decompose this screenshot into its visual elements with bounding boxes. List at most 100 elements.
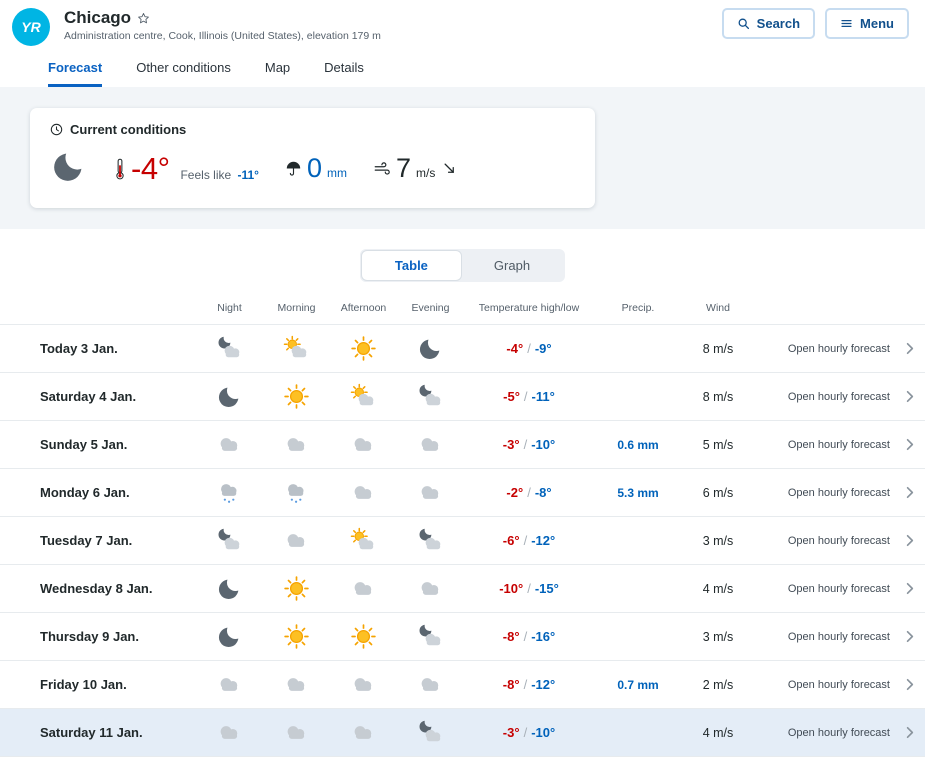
temp-separator: / (524, 533, 528, 548)
cloud-icon (216, 719, 243, 746)
open-hourly-forecast-link[interactable]: Open hourly forecast (788, 679, 890, 691)
morning-icon-cell (263, 671, 330, 698)
tab-details[interactable]: Details (324, 60, 364, 87)
partly-cloudy-night-icon (216, 527, 243, 554)
open-hourly-forecast-link[interactable]: Open hourly forecast (788, 391, 890, 403)
current-conditions-card: Current conditions -4° Feels like -11° 0… (30, 108, 595, 208)
chevron-right-icon (902, 341, 917, 356)
cloud-icon (350, 719, 377, 746)
cloud-icon (350, 575, 377, 602)
forecast-hero: Current conditions -4° Feels like -11° 0… (0, 87, 925, 229)
moon-icon (216, 383, 243, 410)
yr-logo[interactable]: YR (12, 8, 50, 46)
forecast-row[interactable]: Friday 10 Jan. -8°/-12° 0.7 mm 2 m/s Ope… (0, 660, 925, 708)
temperature-range: -6°/-12° (464, 533, 594, 548)
page-title: Chicago (64, 8, 131, 28)
column-wind: Wind (682, 302, 754, 314)
tab-forecast[interactable]: Forecast (48, 60, 102, 87)
forecast-row[interactable]: Today 3 Jan. -4°/-9° 8 m/s Open hourly f… (0, 324, 925, 372)
column-afternoon: Afternoon (330, 302, 397, 314)
tab-map[interactable]: Map (265, 60, 290, 87)
chevron-right-icon (902, 677, 917, 692)
temperature-range: -3°/-10° (464, 725, 594, 740)
current-conditions-title: Current conditions (70, 122, 186, 137)
chevron-right-icon (902, 725, 917, 740)
tab-bar: Forecast Other conditions Map Details (0, 46, 925, 87)
open-hourly-forecast-link[interactable]: Open hourly forecast (788, 631, 890, 643)
favorite-star-icon[interactable] (137, 12, 150, 25)
temp-high: -5° (503, 389, 520, 404)
thermometer-icon (114, 156, 126, 182)
temperature-range: -3°/-10° (464, 437, 594, 452)
temp-separator: / (524, 629, 528, 644)
temp-separator: / (524, 389, 528, 404)
temp-low: -9° (535, 341, 552, 356)
location-block: Chicago Administration centre, Cook, Ill… (64, 8, 381, 42)
morning-icon-cell (263, 527, 330, 554)
main-content: TableGraph Night Morning Afternoon Eveni… (0, 229, 925, 757)
temp-low: -15° (535, 581, 559, 596)
current-precipitation: 0 (307, 153, 322, 184)
open-hourly-forecast-link[interactable]: Open hourly forecast (788, 343, 890, 355)
cloud-icon (283, 527, 310, 554)
afternoon-icon-cell (330, 575, 397, 602)
view-toggle-table[interactable]: Table (362, 251, 461, 280)
column-evening: Evening (397, 302, 464, 314)
forecast-row[interactable]: Thursday 9 Jan. -8°/-16° 3 m/s Open hour… (0, 612, 925, 660)
temp-low: -16° (531, 629, 555, 644)
night-icon-cell (196, 671, 263, 698)
open-hourly-forecast-link[interactable]: Open hourly forecast (788, 727, 890, 739)
morning-icon-cell (263, 383, 330, 410)
cloud-icon (283, 431, 310, 458)
evening-icon-cell (397, 431, 464, 458)
forecast-row[interactable]: Saturday 11 Jan. -3°/-10° 4 m/s Open hou… (0, 708, 925, 756)
moon-icon (417, 335, 444, 362)
chevron-right-icon (902, 485, 917, 500)
cloud-icon (216, 431, 243, 458)
forecast-row[interactable]: Saturday 4 Jan. -5°/-11° 8 m/s Open hour… (0, 372, 925, 420)
night-icon-cell (196, 335, 263, 362)
forecast-row[interactable]: Wednesday 8 Jan. -10°/-15° 4 m/s Open ho… (0, 564, 925, 612)
top-actions: Search Menu (722, 8, 909, 39)
menu-button[interactable]: Menu (825, 8, 909, 39)
view-toggle-graph[interactable]: Graph (461, 251, 563, 280)
day-label: Wednesday 8 Jan. (0, 581, 196, 596)
search-button-label: Search (757, 16, 800, 31)
snow-icon (283, 479, 310, 506)
search-button[interactable]: Search (722, 8, 815, 39)
day-label: Saturday 11 Jan. (0, 725, 196, 740)
night-icon-cell (196, 623, 263, 650)
current-precipitation-group: 0 mm (285, 153, 347, 184)
temp-high: -3° (503, 437, 520, 452)
day-label: Tuesday 7 Jan. (0, 533, 196, 548)
wind-direction-arrow-icon (442, 161, 457, 176)
forecast-row[interactable]: Monday 6 Jan. -2°/-8° 5.3 mm 6 m/s Open … (0, 468, 925, 516)
open-hourly-forecast-link[interactable]: Open hourly forecast (788, 583, 890, 595)
tab-other-conditions[interactable]: Other conditions (136, 60, 231, 87)
wind-unit: m/s (416, 166, 435, 180)
afternoon-icon-cell (330, 431, 397, 458)
moon-icon (216, 623, 243, 650)
wind-value: 8 m/s (682, 342, 754, 356)
partly-cloudy-night-icon (417, 719, 444, 746)
partly-sunny-icon (350, 527, 377, 554)
evening-icon-cell (397, 575, 464, 602)
moon-icon (216, 575, 243, 602)
open-hourly-forecast-link[interactable]: Open hourly forecast (788, 439, 890, 451)
afternoon-icon-cell (330, 527, 397, 554)
column-night: Night (196, 302, 263, 314)
partly-sunny-icon (283, 335, 310, 362)
sun-icon (350, 335, 377, 362)
temp-separator: / (527, 581, 531, 596)
forecast-row[interactable]: Sunday 5 Jan. -3°/-10° 0.6 mm 5 m/s Open… (0, 420, 925, 468)
open-hourly-forecast-link[interactable]: Open hourly forecast (788, 487, 890, 499)
current-weather-icon-slot (50, 147, 88, 190)
forecast-row[interactable]: Tuesday 7 Jan. -6°/-12° 3 m/s Open hourl… (0, 516, 925, 564)
open-hourly-forecast-link[interactable]: Open hourly forecast (788, 535, 890, 547)
cloud-icon (216, 671, 243, 698)
wind-value: 6 m/s (682, 486, 754, 500)
partly-cloudy-night-icon (417, 527, 444, 554)
temp-low: -12° (531, 677, 555, 692)
afternoon-icon-cell (330, 335, 397, 362)
cloud-icon (417, 479, 444, 506)
